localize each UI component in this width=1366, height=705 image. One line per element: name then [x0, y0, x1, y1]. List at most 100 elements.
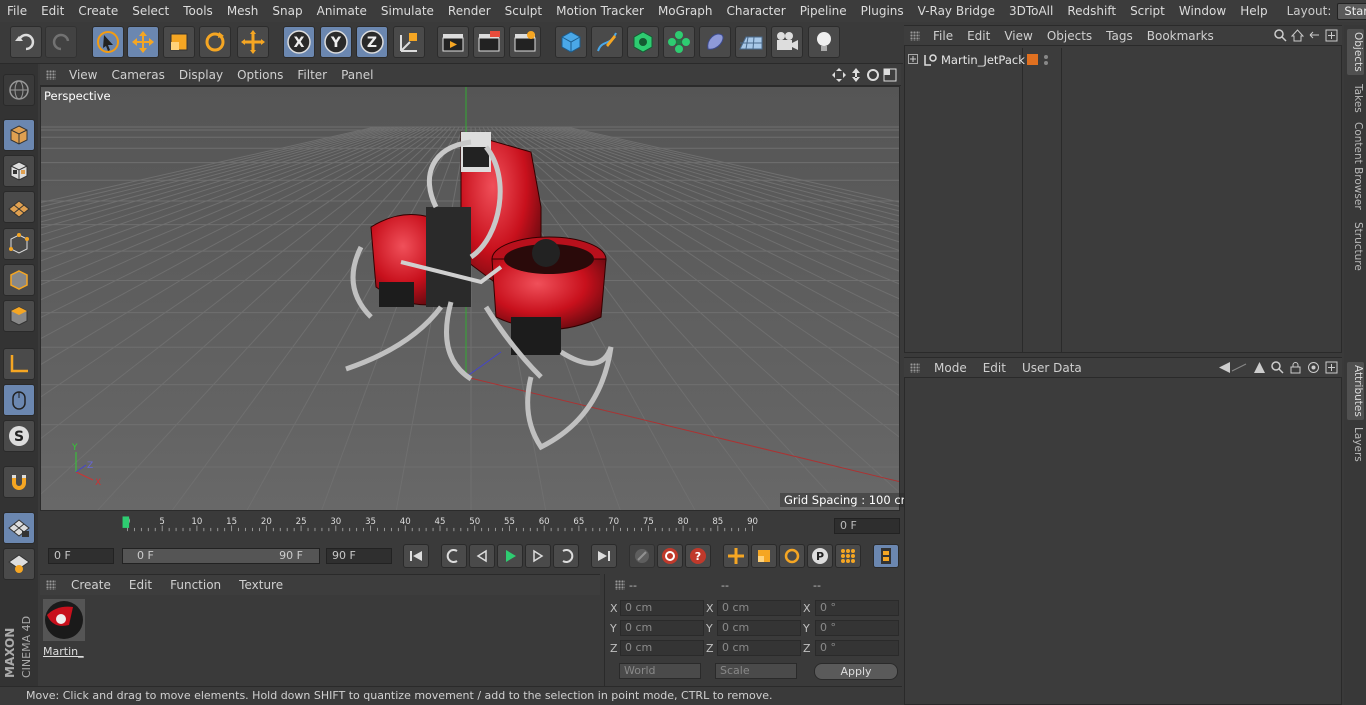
back-icon[interactable] — [1218, 361, 1248, 374]
mograph-cloner-button[interactable] — [663, 26, 695, 58]
menu-vray-bridge[interactable]: V-Ray Bridge — [911, 0, 1002, 22]
menu-pipeline[interactable]: Pipeline — [793, 0, 854, 22]
panel-grip-icon[interactable] — [46, 69, 56, 80]
cube-object-button[interactable] — [555, 26, 587, 58]
tab-objects[interactable]: Objects — [1347, 29, 1364, 75]
menu-create[interactable]: Create — [71, 0, 125, 22]
menu-mograph[interactable]: MoGraph — [651, 0, 720, 22]
tweak-mode-button[interactable] — [3, 384, 35, 416]
material-swatch[interactable]: Martin_ — [43, 599, 85, 658]
menu-redshift[interactable]: Redshift — [1060, 0, 1123, 22]
x-axis-lock-button[interactable]: X — [283, 26, 315, 58]
size-y-field[interactable]: 0 cm — [717, 620, 801, 636]
redo-button[interactable] — [45, 26, 77, 58]
camera-object-button[interactable] — [771, 26, 803, 58]
panel-grip-icon[interactable] — [910, 30, 920, 41]
key-scale-button[interactable] — [751, 544, 777, 568]
menu-script[interactable]: Script — [1123, 0, 1172, 22]
current-frame-field[interactable]: 0 F — [834, 518, 900, 534]
viewport-menu-filter[interactable]: Filter — [290, 68, 334, 82]
layout-select[interactable]: Startup — [1337, 2, 1366, 20]
pos-x-field[interactable]: 0 cm — [620, 600, 704, 616]
rotate-tool-button[interactable] — [199, 26, 231, 58]
object-menu-tags[interactable]: Tags — [1099, 29, 1140, 43]
z-axis-lock-button[interactable]: Z — [356, 26, 388, 58]
menu-plugins[interactable]: Plugins — [854, 0, 911, 22]
attribute-menu-edit[interactable]: Edit — [975, 361, 1014, 375]
viewport-menu-cameras[interactable]: Cameras — [104, 68, 171, 82]
keyframe-selection-button[interactable]: ? — [685, 544, 711, 568]
edges-mode-button[interactable] — [3, 264, 35, 296]
material-menu-create[interactable]: Create — [62, 578, 120, 592]
search-icon[interactable] — [1271, 361, 1284, 374]
menu-mesh[interactable]: Mesh — [220, 0, 266, 22]
3d-viewport[interactable]: Y X Z — [40, 86, 900, 511]
rotate-view-icon[interactable] — [866, 68, 880, 82]
panel-grip-icon[interactable] — [615, 580, 625, 590]
object-menu-edit[interactable]: Edit — [960, 29, 997, 43]
viewport-menu-view[interactable]: View — [62, 68, 104, 82]
attribute-menu-mode[interactable]: Mode — [926, 361, 975, 375]
prev-key-button[interactable] — [441, 544, 467, 568]
goto-end-button[interactable] — [591, 544, 617, 568]
prev-frame-button[interactable] — [469, 544, 495, 568]
new-panel-icon[interactable] — [1325, 29, 1338, 42]
object-menu-objects[interactable]: Objects — [1040, 29, 1099, 43]
points-mode-button[interactable] — [3, 228, 35, 260]
transform-tool-button[interactable] — [237, 26, 269, 58]
menu-3dtoall[interactable]: 3DToAll — [1002, 0, 1060, 22]
frame-range-slider[interactable]: 0 F 90 F — [122, 548, 320, 564]
zoom-view-icon[interactable] — [849, 67, 863, 82]
undo-button[interactable] — [10, 26, 42, 58]
back-arrow-icon[interactable] — [1308, 29, 1321, 42]
make-editable-button[interactable] — [3, 74, 35, 106]
solo-mode-button[interactable]: S — [3, 420, 35, 452]
key-pla-button[interactable] — [835, 544, 861, 568]
size-mode-select[interactable]: Scale — [715, 663, 797, 679]
panel-grip-icon[interactable] — [910, 362, 920, 373]
end-frame-field[interactable]: 90 F — [326, 548, 392, 564]
menu-simulate[interactable]: Simulate — [374, 0, 441, 22]
material-menu-function[interactable]: Function — [161, 578, 230, 592]
attribute-menu-user-data[interactable]: User Data — [1014, 361, 1090, 375]
viewport-menu-display[interactable]: Display — [172, 68, 230, 82]
record-active-button[interactable] — [629, 544, 655, 568]
pen-spline-button[interactable] — [591, 26, 623, 58]
subdivision-button[interactable] — [627, 26, 659, 58]
deformer-button[interactable] — [699, 26, 731, 58]
size-x-field[interactable]: 0 cm — [717, 600, 801, 616]
panel-grip-icon[interactable] — [46, 580, 56, 590]
texture-mode-button[interactable] — [3, 155, 35, 187]
menu-select[interactable]: Select — [125, 0, 176, 22]
coordinate-system-button[interactable] — [393, 26, 425, 58]
tab-attributes[interactable]: Attributes — [1347, 362, 1364, 420]
maximize-view-icon[interactable] — [883, 68, 897, 82]
coordinate-mode-select[interactable]: World — [619, 663, 701, 679]
autokey-button[interactable] — [657, 544, 683, 568]
next-frame-button[interactable] — [525, 544, 551, 568]
timeline-ruler[interactable]: 051015202530354045505560657075808590 — [52, 514, 828, 532]
render-view-button[interactable] — [437, 26, 469, 58]
key-rotation-button[interactable] — [779, 544, 805, 568]
y-axis-lock-button[interactable]: Y — [320, 26, 352, 58]
up-arrow-icon[interactable] — [1253, 361, 1266, 374]
object-layer-color-swatch[interactable] — [1027, 54, 1038, 65]
tab-takes[interactable]: Takes — [1347, 81, 1364, 115]
expand-plus-icon[interactable] — [908, 54, 918, 64]
visibility-dots-icon[interactable] — [1043, 53, 1049, 67]
menu-help[interactable]: Help — [1233, 0, 1274, 22]
viewport-menu-options[interactable]: Options — [230, 68, 290, 82]
material-menu-edit[interactable]: Edit — [120, 578, 161, 592]
search-icon[interactable] — [1274, 29, 1287, 42]
light-object-button[interactable] — [808, 26, 840, 58]
pos-z-field[interactable]: 0 cm — [620, 640, 704, 656]
workplane-lock-button[interactable] — [3, 512, 35, 544]
model-mode-button[interactable] — [3, 119, 35, 151]
lock-icon[interactable] — [1289, 361, 1302, 374]
object-menu-file[interactable]: File — [926, 29, 960, 43]
object-menu-view[interactable]: View — [997, 29, 1039, 43]
menu-edit[interactable]: Edit — [34, 0, 71, 22]
menu-tools[interactable]: Tools — [176, 0, 220, 22]
locked-workplane-button[interactable] — [3, 548, 35, 580]
object-menu-bookmarks[interactable]: Bookmarks — [1140, 29, 1221, 43]
